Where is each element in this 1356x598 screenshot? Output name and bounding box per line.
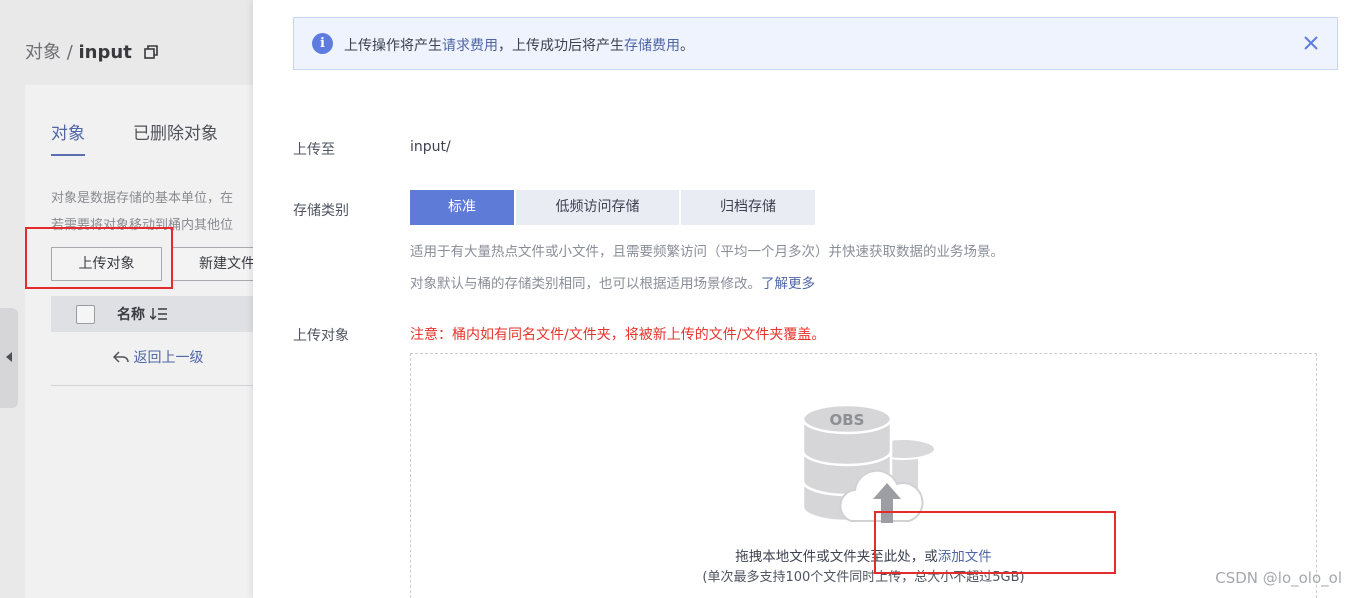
description-line-1: 对象是数据存储的基本单位，在: [51, 191, 234, 206]
collapse-arrow-icon: [6, 352, 12, 362]
storage-class-note: 对象默认与桶的存储类别相同，也可以根据适用场景修改。了解更多: [410, 272, 815, 292]
upload-object-drawer: i 上传操作将产生请求费用，上传成功后将产生存储费用。 上传至 input/ 存…: [253, 0, 1356, 598]
new-folder-button[interactable]: 新建文件: [171, 247, 253, 281]
storage-class-archive[interactable]: 归档存储: [681, 190, 815, 225]
sort-icon[interactable]: [149, 307, 168, 323]
watermark: CSDN @lo_olo_ol: [1215, 569, 1342, 587]
upload-object-label: 上传对象: [293, 328, 349, 344]
storage-class-infrequent[interactable]: 低频访问存储: [516, 190, 679, 225]
breadcrumb-separator: /: [61, 42, 79, 63]
column-name-header[interactable]: 名称: [117, 304, 168, 324]
notice-text-3: 。: [680, 38, 694, 54]
storage-class-help: 适用于有大量热点文件或小文件，且需要频繁访问（平均一个月多次）并快速获取数据的业…: [410, 244, 1004, 260]
storage-class-selector: 标准 低频访问存储 归档存储: [410, 190, 817, 225]
storage-class-note-text: 对象默认与桶的存储类别相同，也可以根据适用场景修改。: [410, 276, 761, 292]
breadcrumb: 对象 / input: [25, 38, 158, 64]
background-page: 对象 / input 对象 已删除对象 对象是数据存储的基本单位，在 若需要将对…: [0, 0, 253, 598]
drop-instructions: 拖拽本地文件或文件夹至此处，或添加文件: [411, 545, 1316, 565]
tab-objects[interactable]: 对象: [51, 119, 85, 156]
info-icon: i: [312, 33, 333, 54]
tab-deleted-objects[interactable]: 已删除对象: [133, 119, 218, 156]
notice-message: 上传操作将产生请求费用，上传成功后将产生存储费用。: [344, 35, 694, 55]
breadcrumb-parent[interactable]: 对象: [25, 42, 61, 63]
overwrite-warning: 注意：桶内如有同名文件/文件夹，将被新上传的文件/文件夹覆盖。: [410, 327, 826, 343]
close-icon[interactable]: [1301, 33, 1321, 53]
back-arrow-icon: [112, 350, 133, 366]
fee-notice-banner: i 上传操作将产生请求费用，上传成功后将产生存储费用。: [293, 17, 1338, 70]
annotation-box-upload-button: [25, 227, 173, 289]
select-all-checkbox[interactable]: [76, 305, 95, 324]
objects-card: 对象 已删除对象 对象是数据存储的基本单位，在 若需要将对象移动到桶内其他位 上…: [25, 85, 253, 598]
breadcrumb-current: input: [78, 42, 132, 63]
column-name-label: 名称: [117, 307, 145, 323]
storage-class-label: 存储类别: [293, 203, 349, 219]
notice-text-2: ，上传成功后将产生: [498, 38, 624, 54]
file-drop-zone[interactable]: OBS 拖拽本地文件或文件夹至此处，或添加文件 (单次最多支持100个文件同时上…: [410, 353, 1317, 598]
table-header: 名称: [51, 296, 253, 332]
storage-class-standard[interactable]: 标准: [410, 190, 514, 225]
table-divider: [51, 385, 253, 386]
notice-text-1: 上传操作将产生: [344, 38, 442, 54]
upload-limit-note: (单次最多支持100个文件同时上传，总大小不超过5GB): [702, 570, 1025, 585]
learn-more-link[interactable]: 了解更多: [761, 276, 815, 292]
annotation-box-add-file: [874, 511, 1116, 574]
storage-fee-link[interactable]: 存储费用: [624, 38, 680, 54]
upload-to-value: input/: [410, 139, 451, 155]
object-tabs: 对象 已删除对象: [51, 119, 218, 156]
back-link-label: 返回上一级: [133, 350, 204, 366]
upload-to-label: 上传至: [293, 142, 335, 158]
request-fee-link[interactable]: 请求费用: [442, 38, 498, 54]
collapse-sidebar-handle[interactable]: [0, 308, 18, 408]
copy-icon[interactable]: [143, 43, 158, 64]
obs-label: OBS: [830, 411, 865, 429]
back-link[interactable]: 返回上一级: [112, 347, 204, 367]
